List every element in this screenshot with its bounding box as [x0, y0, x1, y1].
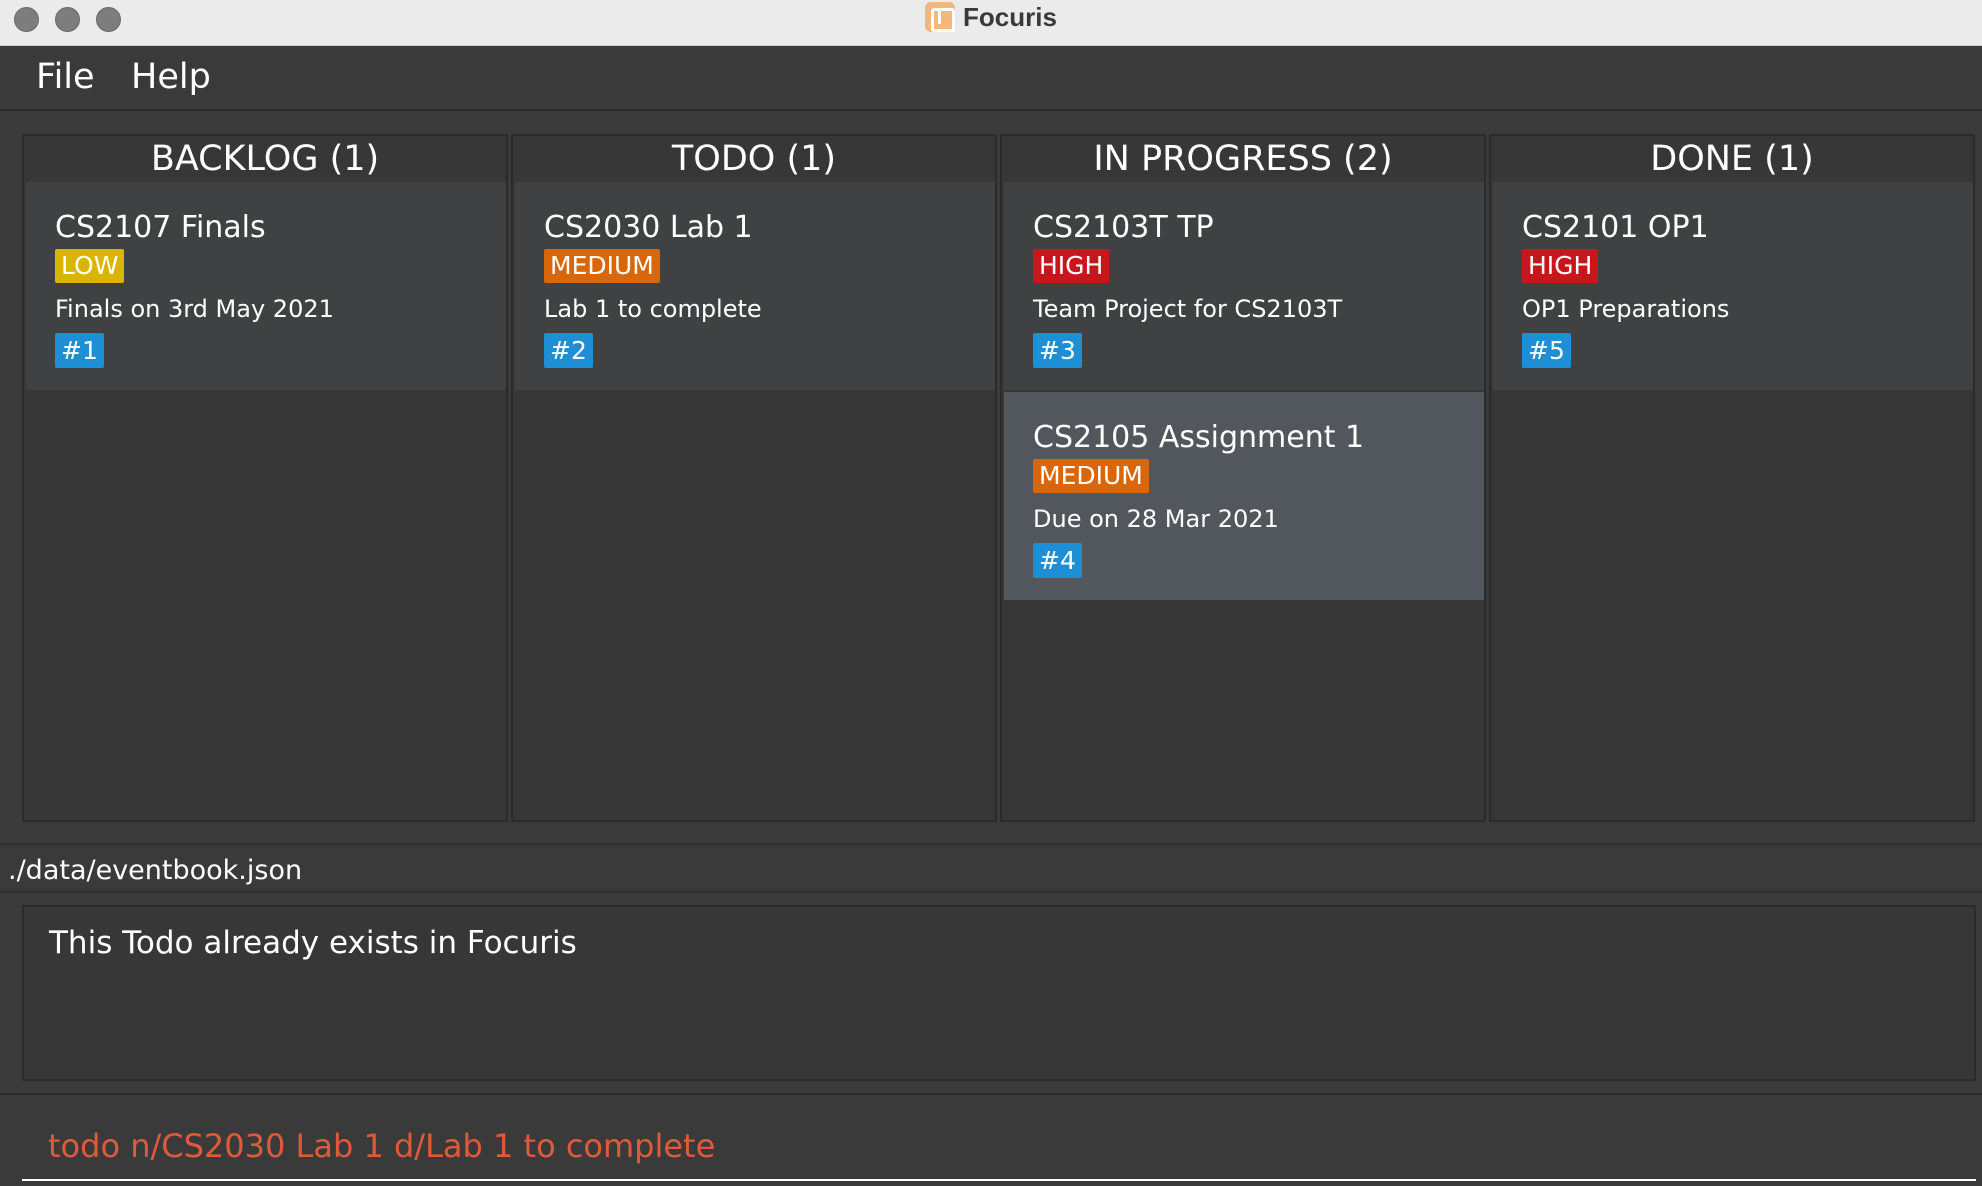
- kanban-board: BACKLOG (1) CS2107 Finals LOW Finals on …: [22, 134, 1976, 822]
- column-done: DONE (1) CS2101 OP1 HIGH OP1 Preparation…: [1489, 134, 1975, 822]
- menu-bar: File Help: [0, 47, 1982, 111]
- column-header: TODO (1): [513, 136, 995, 182]
- window-titlebar: Focuris: [0, 0, 1982, 46]
- column-header: IN PROGRESS (2): [1002, 136, 1484, 182]
- priority-badge: MEDIUM: [1033, 459, 1149, 493]
- card-id-badge: #3: [1033, 333, 1082, 368]
- priority-badge: MEDIUM: [544, 249, 660, 283]
- event-card[interactable]: CS2030 Lab 1 MEDIUM Lab 1 to complete #2: [515, 182, 995, 390]
- window-title: Focuris: [963, 1, 1057, 32]
- card-id-badge: #2: [544, 333, 593, 368]
- column-in-progress: IN PROGRESS (2) CS2103T TP HIGH Team Pro…: [1000, 134, 1486, 822]
- event-card-selected[interactable]: CS2105 Assignment 1 MEDIUM Due on 28 Mar…: [1004, 392, 1484, 600]
- card-description: OP1 Preparations: [1522, 295, 1730, 323]
- card-description: Team Project for CS2103T: [1033, 295, 1343, 323]
- card-id-badge: #4: [1033, 543, 1082, 578]
- event-card[interactable]: CS2103T TP HIGH Team Project for CS2103T…: [1004, 182, 1484, 390]
- card-id-badge: #5: [1522, 333, 1571, 368]
- card-id-badge: #1: [55, 333, 104, 368]
- card-description: Due on 28 Mar 2021: [1033, 505, 1279, 533]
- menu-help[interactable]: Help: [131, 57, 211, 97]
- priority-badge: HIGH: [1522, 249, 1599, 283]
- card-title: CS2107 Finals: [55, 210, 266, 245]
- card-title: CS2105 Assignment 1: [1033, 420, 1365, 455]
- command-input[interactable]: [22, 1113, 1976, 1181]
- window-title-group: Focuris: [0, 0, 1982, 34]
- priority-badge: LOW: [55, 249, 125, 283]
- card-description: Finals on 3rd May 2021: [55, 295, 334, 323]
- event-card[interactable]: CS2101 OP1 HIGH OP1 Preparations #5: [1493, 182, 1973, 390]
- status-bar: ./data/eventbook.json: [0, 843, 1982, 893]
- column-header: DONE (1): [1491, 136, 1973, 182]
- data-file-path: ./data/eventbook.json: [8, 855, 303, 886]
- priority-badge: HIGH: [1033, 249, 1110, 283]
- app-kanban-icon: [925, 2, 956, 32]
- column-header: BACKLOG (1): [24, 136, 506, 182]
- card-title: CS2103T TP: [1033, 210, 1214, 245]
- menu-file[interactable]: File: [36, 57, 95, 97]
- result-display: This Todo already exists in Focuris: [22, 905, 1976, 1081]
- column-todo: TODO (1) CS2030 Lab 1 MEDIUM Lab 1 to co…: [511, 134, 997, 822]
- command-area: [0, 1093, 1982, 1186]
- card-title: CS2101 OP1: [1522, 210, 1709, 245]
- card-title: CS2030 Lab 1: [544, 210, 753, 245]
- event-card[interactable]: CS2107 Finals LOW Finals on 3rd May 2021…: [26, 182, 506, 390]
- result-message: This Todo already exists in Focuris: [49, 925, 577, 961]
- column-backlog: BACKLOG (1) CS2107 Finals LOW Finals on …: [22, 134, 508, 822]
- card-description: Lab 1 to complete: [544, 295, 762, 323]
